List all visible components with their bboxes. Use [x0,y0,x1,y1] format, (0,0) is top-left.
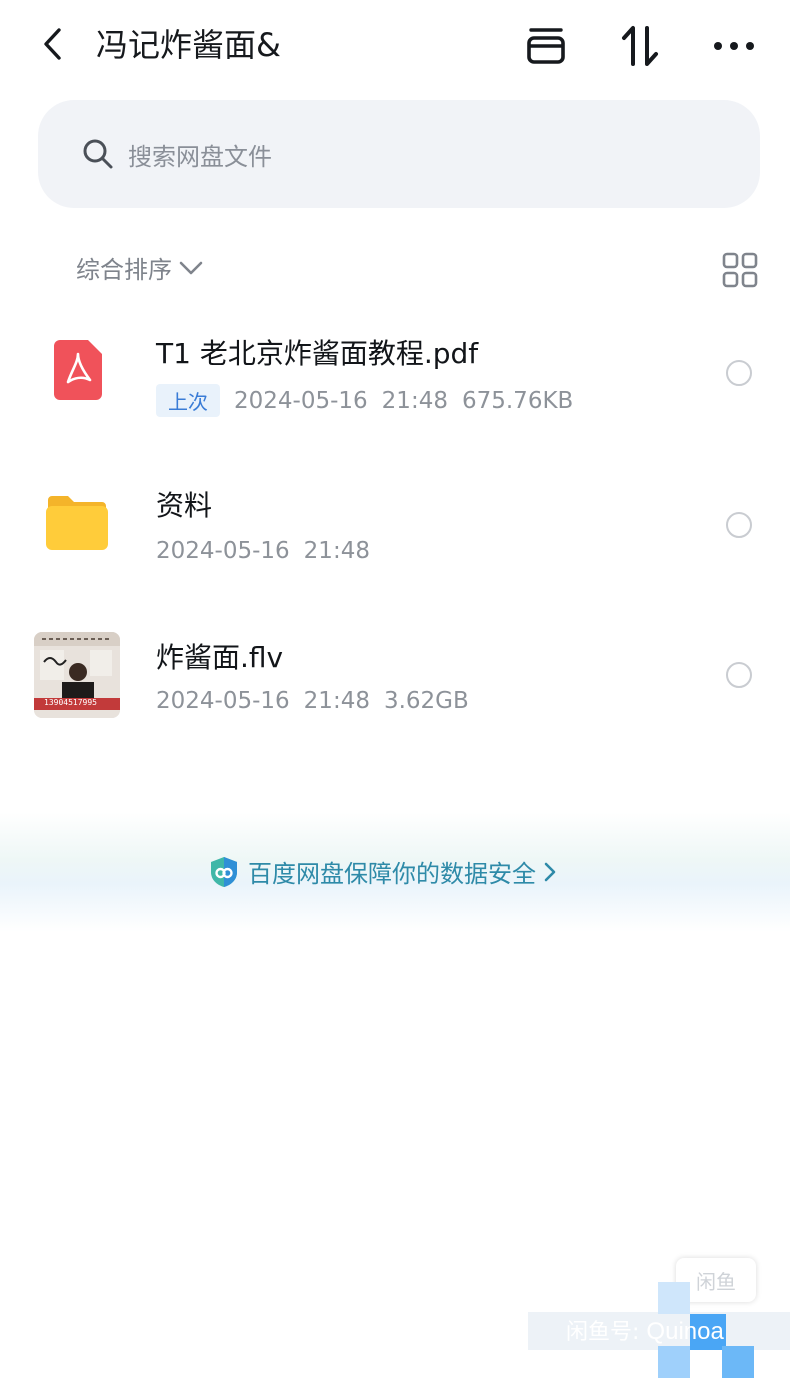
list-item[interactable]: 13904517995 炸酱面.flv 2024-05-16 21:48 3.6… [0,612,790,752]
search-placeholder: 搜索网盘文件 [128,142,272,171]
sort-order-button[interactable] [616,22,664,70]
file-meta: 2024-05-16 21:48 3.62GB [156,688,469,714]
back-button[interactable] [32,24,72,64]
file-date: 2024-05-16 [156,688,290,714]
sort-dropdown[interactable]: 综合排序 [76,250,204,285]
file-name: 炸酱面.flv [156,641,284,674]
watermark-block [658,1346,690,1378]
page-title: 冯记炸酱面& [96,26,281,64]
sort-arrows-icon [622,26,658,66]
search-input[interactable]: 搜索网盘文件 [38,100,760,208]
security-text: 百度网盘保障你的数据安全 [248,860,536,888]
last-opened-badge: 上次 [156,384,220,417]
watermark-block [658,1282,690,1314]
file-date: 2024-05-16 [234,387,368,414]
list-item[interactable]: 资料 2024-05-16 21:48 [0,462,790,602]
file-date: 2024-05-16 [156,538,290,564]
pdf-icon [54,340,102,404]
shield-icon [211,856,237,887]
security-link[interactable]: 百度网盘保障你的数据安全 [208,854,560,889]
grid-view-icon [722,252,758,288]
more-icon [714,42,754,50]
watermark-prefix: 闲鱼号: [566,1320,640,1345]
file-size: 3.62GB [383,688,469,714]
search-icon [83,139,113,169]
video-thumbnail: 13904517995 [34,632,120,718]
file-meta: 2024-05-16 21:48 [156,538,370,564]
security-banner: 百度网盘保障你的数据安全 [0,812,790,932]
list-item[interactable]: T1 老北京炸酱面教程.pdf 上次 2024-05-16 21:48 675.… [0,310,790,450]
file-name: T1 老北京炸酱面教程.pdf [156,337,479,370]
file-time: 21:48 [303,538,370,564]
grid-view-button[interactable] [720,250,760,290]
chevron-right-icon [544,862,556,881]
file-size: 675.76KB [461,387,574,414]
chevron-down-icon [179,261,203,274]
more-button[interactable] [710,22,758,70]
thumbnail-phone-text: 13904517995 [44,698,97,707]
sort-label: 综合排序 [76,256,172,284]
top-bar: 冯记炸酱面& [0,0,790,92]
watermark-text: 闲鱼号: Quinoa [566,1314,724,1346]
back-icon [44,28,61,60]
file-time: 21:48 [303,688,370,714]
select-checkbox[interactable] [726,662,752,688]
select-checkbox[interactable] [726,360,752,386]
file-time: 21:48 [381,387,448,414]
folder-icon [44,494,110,556]
file-name: 资料 [156,489,213,522]
watermark-name: Quinoa [646,1318,724,1345]
archive-icon [527,28,565,64]
select-checkbox[interactable] [726,512,752,538]
file-meta: 上次 2024-05-16 21:48 675.76KB [156,384,573,417]
watermark-block [722,1346,754,1378]
archive-button[interactable] [522,22,570,70]
